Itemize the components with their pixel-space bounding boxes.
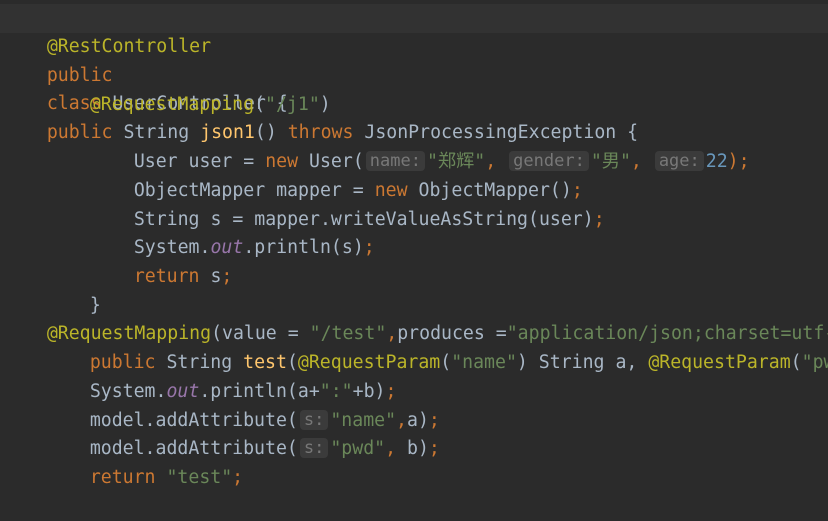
- code-text: (: [790, 351, 802, 373]
- code-line-15[interactable]: model.addAttribute(s: "pwd", b);: [0, 406, 440, 459]
- keyword: return: [89, 466, 156, 488]
- comma: ,: [630, 150, 653, 172]
- code-text: .println(s): [243, 236, 364, 258]
- code-line-2[interactable]: public class UserController {: [0, 33, 288, 115]
- request-param-annotation: @RequestParam: [648, 351, 791, 373]
- code-line-16[interactable]: return "test";: [0, 435, 243, 488]
- code-line-8[interactable]: System.out.println(s);: [0, 205, 375, 258]
- code-line-1[interactable]: @RestController: [0, 4, 828, 57]
- code-text: ) String a,: [516, 351, 649, 373]
- code-line-9[interactable]: return s;: [0, 234, 233, 287]
- number-literal: 22: [705, 150, 728, 172]
- code-line-10[interactable]: }: [0, 263, 101, 316]
- code-line-6[interactable]: ObjectMapper mapper = new ObjectMapper()…: [0, 148, 583, 201]
- code-line-3[interactable]: @RequestMapping("/j1"): [0, 62, 331, 115]
- code-text: );: [727, 150, 750, 172]
- code-text: s: [199, 265, 222, 287]
- code-line-14[interactable]: model.addAttribute(s: "name",a);: [0, 378, 440, 431]
- string-literal: "pwd": [330, 437, 386, 459]
- semicolon: ;: [428, 437, 440, 459]
- string-literal: "test": [166, 466, 233, 488]
- comma: ,: [385, 437, 407, 459]
- code-line-12[interactable]: public String test(@RequestParam("name")…: [0, 320, 828, 373]
- semicolon: ;: [232, 466, 244, 488]
- string-literal: "name": [451, 351, 517, 373]
- code-line-5[interactable]: User user = new User(name: "郑辉", gender: "…: [0, 119, 750, 172]
- code-line-7[interactable]: String s = mapper.writeValueAsString(use…: [0, 177, 605, 230]
- keyword: return: [133, 265, 200, 287]
- parameter-hint: age:: [654, 150, 704, 171]
- code-editor[interactable]: @RestController public class UserControl…: [0, 0, 828, 488]
- semicolon: ;: [363, 236, 375, 258]
- code-line-13[interactable]: System.out.println(a+":"+b);: [0, 349, 397, 402]
- parameter-hint: s:: [299, 437, 329, 458]
- string-literal: "pwd": [801, 351, 828, 373]
- semicolon: ;: [221, 265, 233, 287]
- code-line-11[interactable]: @RequestMapping(value = "/test",produces…: [0, 291, 828, 344]
- string-literal: "男": [590, 150, 631, 172]
- code-text: (: [440, 351, 452, 373]
- code-text: b): [407, 437, 429, 459]
- semicolon: ;: [593, 208, 605, 230]
- code-line-4[interactable]: public String json1() throws JsonProcess…: [0, 90, 638, 143]
